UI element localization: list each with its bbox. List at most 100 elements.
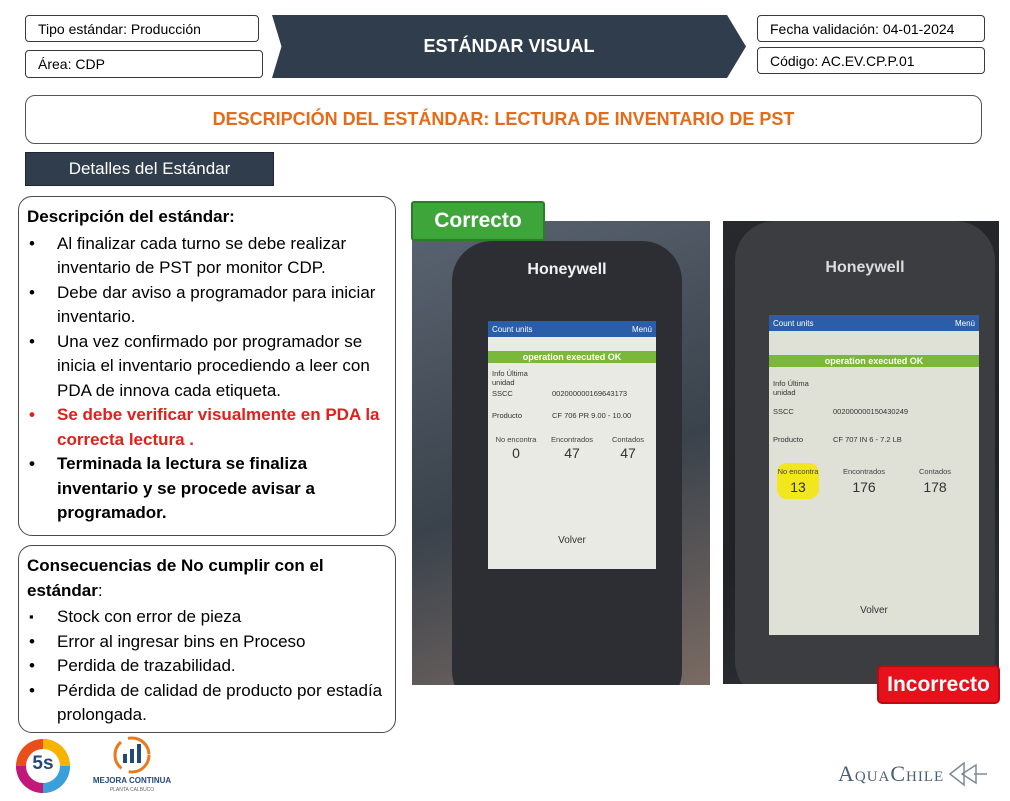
bullet-icon: •: [29, 680, 35, 700]
screen-menu-bar: Count units Menú: [769, 315, 979, 331]
list-item: • Perdida de trazabilidad.: [27, 654, 387, 679]
list-item: ▪ Stock con error de pieza: [27, 605, 387, 630]
details-tab-label: Detalles del Estándar: [68, 159, 231, 178]
product-row: Producto CF 706 PR 9.00 - 10.00: [492, 411, 652, 420]
screen-menu-bar: Count units Menú: [488, 321, 656, 337]
list-item: • Debe dar aviso a programador para inici…: [27, 281, 387, 330]
standard-type-box: Tipo estándar: Producción: [25, 15, 259, 42]
bullet-icon: •: [29, 454, 35, 473]
square-bullet-icon: ▪: [29, 609, 34, 624]
aquachile-wordmark: AquaChile: [838, 761, 945, 786]
incorrect-pda-photo: Honeywell Count units Menú operation exec…: [723, 221, 999, 684]
sscc-value: 002000000169643173: [552, 389, 628, 398]
col-not-found: No encontra: [495, 435, 537, 444]
val-found: 176: [852, 479, 876, 495]
pda-screen: Count units Menú operation executed OK In…: [488, 321, 656, 569]
list-item: • Pérdida de calidad de producto por esta…: [27, 679, 387, 728]
col-found: Encontrados: [842, 467, 886, 476]
mejora-continua-icon: [113, 736, 151, 774]
incorrect-label: Incorrecto: [877, 665, 1000, 704]
sscc-label: SSCC: [492, 389, 513, 398]
sscc-row: SSCC 002000000150430249: [773, 407, 975, 416]
description-list: • Al finalizar cada turno se debe realiza…: [27, 232, 387, 526]
menu-left: Count units: [492, 324, 533, 334]
mejora-continua-subtext: PLANTA CALBUCO: [109, 787, 155, 793]
val-not-found: 0: [512, 445, 520, 461]
list-item-text: Stock con error de pieza: [57, 607, 242, 626]
back-button: Volver: [860, 605, 888, 616]
col-counted: Contados: [611, 435, 645, 444]
code-box: Código: AC.EV.CP.P.01: [757, 47, 985, 74]
product-value: CF 706 PR 9.00 - 10.00: [552, 411, 632, 420]
product-value: CF 707 IN 6 - 7.2 LB: [833, 435, 902, 444]
info-row: Info Última unidad: [773, 379, 975, 397]
consequences-panel: Consecuencias de No cumplir con el están…: [18, 545, 396, 733]
description-title: DESCRIPCIÓN DEL ESTÁNDAR: LECTURA DE INV…: [212, 109, 795, 129]
title-banner: ESTÁNDAR VISUAL: [272, 15, 746, 78]
sscc-row: SSCC 002000000169643173: [492, 389, 652, 398]
brand-logo: Honeywell: [527, 261, 607, 278]
info-row: Info Última unidad: [492, 369, 652, 387]
correct-label: Correcto: [411, 201, 545, 241]
list-item-highlighted: • Se debe verificar visualmente en PDA la…: [27, 403, 387, 452]
menu-right: Menú: [631, 324, 652, 334]
consequences-heading-b: estándar: [27, 580, 98, 600]
list-item-text: Una vez confirmado por programador se in…: [57, 331, 370, 400]
pda-device: Honeywell Count units Menú operation exec…: [452, 241, 682, 685]
info-label: Info Última unidad: [492, 369, 528, 387]
list-item-text: Pérdida de calidad de producto por estad…: [57, 680, 383, 725]
sscc-value: 002000000150430249: [833, 407, 909, 416]
description-panel: Descripción del estándar: • Al finalizar …: [18, 196, 396, 536]
sscc-label: SSCC: [773, 407, 794, 416]
bullet-icon: •: [29, 282, 35, 302]
product-label: Producto: [773, 435, 804, 444]
five-s-text: 5s: [32, 753, 54, 774]
page-title: ESTÁNDAR VISUAL: [423, 36, 595, 56]
five-s-logo: 5s: [10, 736, 76, 796]
consequences-heading-a: Consecuencias de No cumplir con el: [27, 556, 324, 575]
col-found: Encontrados: [550, 435, 594, 444]
description-title-box: DESCRIPCIÓN DEL ESTÁNDAR: LECTURA DE INV…: [25, 95, 982, 144]
info-label: Info Última unidad: [773, 379, 809, 397]
status-bar: operation executed OK: [488, 351, 656, 363]
list-item: • Error al ingresar bins en Proceso: [27, 630, 387, 655]
list-item: • Terminada la lectura se finaliza invent…: [27, 452, 387, 526]
consequences-heading: Consecuencias de No cumplir con el: [27, 554, 387, 579]
menu-left: Count units: [773, 318, 814, 328]
correct-pda-photo: Honeywell Count units Menú operation exec…: [412, 221, 710, 685]
list-item-text: Error al ingresar bins en Proceso: [57, 631, 306, 651]
bullet-icon: •: [29, 233, 35, 253]
consequences-list: ▪ Stock con error de pieza • Error al ingr…: [27, 605, 387, 728]
bullet-icon: •: [29, 405, 35, 424]
standard-type: Tipo estándar: Producción: [38, 20, 201, 37]
mejora-continua-logo: MEJORA CONTINUA PLANTA CALBUCO: [90, 735, 174, 797]
brand-logo: Honeywell: [825, 259, 905, 276]
val-counted: 178: [923, 479, 947, 495]
product-row: Producto CF 707 IN 6 - 7.2 LB: [773, 435, 975, 444]
col-counted: Contados: [918, 467, 952, 476]
val-found: 47: [564, 445, 580, 461]
details-tab: Detalles del Estándar: [25, 152, 274, 186]
list-item-text: Perdida de trazabilidad.: [57, 656, 236, 675]
list-item-text: Al finalizar cada turno se debe realizar…: [57, 233, 347, 278]
list-item-text: Se debe verificar visualmente en PDA la …: [57, 405, 380, 449]
list-item-text: Debe dar aviso a programador para inicia…: [57, 282, 376, 327]
val-not-found: 13: [790, 479, 806, 495]
list-item-text: Terminada la lectura se finaliza inventa…: [57, 454, 315, 522]
heading-colon: :: [97, 580, 103, 600]
bullet-icon: •: [29, 656, 35, 675]
aquachile-fish-icon: [949, 761, 988, 787]
bullet-icon: •: [29, 631, 35, 651]
mejora-continua-text: MEJORA CONTINUA: [92, 776, 172, 785]
list-item: • Al finalizar cada turno se debe realiza…: [27, 232, 387, 281]
validation-date-box: Fecha validación: 04-01-2024: [757, 15, 985, 42]
area-label: Área: CDP: [38, 56, 105, 72]
val-counted: 47: [620, 445, 636, 461]
back-button: Volver: [558, 535, 586, 546]
consequences-heading-line2: estándar:: [27, 579, 387, 604]
col-not-found: No encontra: [777, 467, 819, 476]
bullet-icon: •: [29, 331, 35, 351]
pda-device: Honeywell Count units Menú operation exec…: [735, 221, 995, 684]
description-heading: Descripción del estándar:: [27, 207, 235, 226]
status-bar: operation executed OK: [769, 355, 979, 367]
